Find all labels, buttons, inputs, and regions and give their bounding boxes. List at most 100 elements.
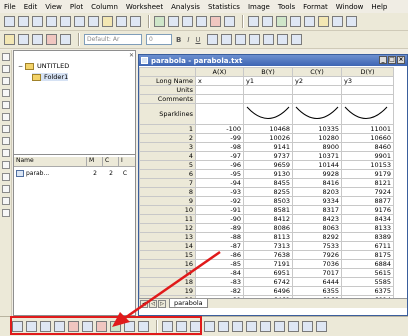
meta-cell[interactable] [195, 85, 244, 95]
new-layout-icon[interactable] [74, 16, 85, 27]
close-icon[interactable]: ✕ [129, 52, 134, 59]
meta-cell[interactable] [292, 85, 342, 95]
meta-cell[interactable]: y2 [292, 76, 342, 86]
collapse-icon[interactable]: − [18, 63, 23, 70]
data-cell[interactable]: 8423 [292, 214, 342, 224]
menu-item-worksheet[interactable]: Worksheet [126, 3, 163, 11]
data-cell[interactable]: 6951 [243, 268, 293, 278]
column-header-b[interactable]: B(Y) [243, 67, 293, 77]
worksheet-title-bar[interactable]: parabola - parabola.txt _ □ × [139, 55, 407, 66]
data-cell[interactable]: 10335 [292, 124, 342, 134]
menu-item-image[interactable]: Image [248, 3, 270, 11]
new-matrix-icon[interactable] [46, 16, 57, 27]
row-label[interactable]: Comments [139, 94, 196, 104]
row-number[interactable]: 8 [139, 187, 196, 197]
data-cell[interactable]: -94 [195, 178, 244, 188]
arrow-tool-icon[interactable] [2, 173, 10, 181]
meta-cell[interactable] [341, 85, 394, 95]
menu-item-plot[interactable]: Plot [70, 3, 83, 11]
close-button[interactable]: × [397, 56, 405, 64]
data-cell[interactable]: 6711 [341, 241, 394, 251]
italic-button[interactable]: I [187, 36, 189, 44]
increase-font-icon[interactable] [248, 34, 260, 45]
meta-cell[interactable]: x [195, 76, 244, 86]
data-cell[interactable]: -91 [195, 205, 244, 215]
data-cell[interactable]: 9659 [243, 160, 293, 170]
data-cell[interactable]: 8063 [292, 223, 342, 233]
row-number[interactable]: 13 [139, 232, 196, 242]
data-cell[interactable]: 8900 [292, 142, 342, 152]
data-cell[interactable]: 7924 [341, 187, 394, 197]
region-selector-icon[interactable] [2, 137, 10, 145]
row-label[interactable]: Long Name [139, 76, 196, 86]
color-icon[interactable] [318, 16, 329, 27]
data-cell[interactable]: 9737 [243, 151, 293, 161]
data-cell[interactable]: -89 [195, 223, 244, 233]
data-cell[interactable]: 9334 [292, 196, 342, 206]
project-explorer-icon[interactable] [290, 16, 301, 27]
column-header-a[interactable]: A(X) [195, 67, 244, 77]
refresh-icon[interactable] [210, 16, 221, 27]
pin-icon[interactable] [46, 34, 57, 45]
menu-item-view[interactable]: View [45, 3, 62, 11]
column-header-c[interactable]: C(Y) [292, 67, 342, 77]
minimize-button[interactable]: _ [379, 56, 387, 64]
data-reader-icon[interactable] [2, 101, 10, 109]
data-cell[interactable]: 7036 [292, 259, 342, 269]
meta-cell[interactable] [195, 94, 244, 104]
data-cell[interactable]: 5615 [341, 268, 394, 278]
line-tool-icon[interactable] [2, 197, 10, 205]
tree-root[interactable]: − UNTITLED [18, 62, 69, 70]
data-cell[interactable]: 6884 [341, 259, 394, 269]
data-cell[interactable]: 7017 [292, 268, 342, 278]
data-cell[interactable]: 8389 [341, 232, 394, 242]
data-cell[interactable]: -90 [195, 214, 244, 224]
menu-item-format[interactable]: Format [303, 3, 328, 11]
data-cell[interactable]: 6355 [292, 286, 342, 296]
zoom-icon[interactable] [32, 34, 43, 45]
row-number[interactable]: 5 [139, 160, 196, 170]
zoom-in-icon[interactable] [2, 65, 10, 73]
maximize-button[interactable]: □ [388, 56, 396, 64]
data-cell[interactable]: 8412 [243, 214, 293, 224]
data-cell[interactable]: 10468 [243, 124, 293, 134]
row-label[interactable]: Sparklines [139, 103, 196, 125]
data-cell[interactable]: 8317 [292, 205, 342, 215]
column-header[interactable]: M [87, 157, 103, 166]
code-builder-icon[interactable] [262, 16, 273, 27]
data-cell[interactable]: -92 [195, 196, 244, 206]
meta-cell[interactable]: y1 [243, 76, 293, 86]
data-cell[interactable]: 8581 [243, 205, 293, 215]
duplicate-icon[interactable] [196, 16, 207, 27]
sparkline-cell[interactable] [341, 103, 394, 125]
row-number[interactable]: 3 [139, 142, 196, 152]
data-cell[interactable]: 7926 [292, 250, 342, 260]
menu-item-edit[interactable]: Edit [24, 3, 38, 11]
menu-item-analysis[interactable]: Analysis [171, 3, 200, 11]
image-plot-icon[interactable] [232, 321, 243, 332]
histogram-icon[interactable] [316, 321, 327, 332]
bubble-plot-icon[interactable] [288, 321, 299, 332]
data-cell[interactable]: 8203 [292, 187, 342, 197]
column-header[interactable]: I [119, 157, 135, 166]
new-worksheet-icon[interactable] [18, 16, 29, 27]
more-icon[interactable] [346, 16, 357, 27]
menu-item-window[interactable]: Window [336, 3, 364, 11]
data-cell[interactable]: 8175 [341, 250, 394, 260]
print-icon[interactable] [224, 16, 235, 27]
menu-item-file[interactable]: File [4, 3, 16, 11]
data-cell[interactable]: -99 [195, 133, 244, 143]
row-number[interactable]: 10 [139, 205, 196, 215]
data-cell[interactable]: 7191 [243, 259, 293, 269]
vector-plot-icon[interactable] [274, 321, 285, 332]
data-cell[interactable]: 8877 [341, 196, 394, 206]
row-number[interactable]: 2 [139, 133, 196, 143]
rectangle-tool-icon[interactable] [2, 209, 10, 217]
row-label[interactable]: Units [139, 85, 196, 95]
row-number[interactable]: 4 [139, 151, 196, 161]
tree-folder[interactable]: Folder1 [32, 73, 69, 81]
data-cell[interactable]: 9928 [292, 169, 342, 179]
data-cell[interactable]: 8292 [292, 232, 342, 242]
data-cell[interactable]: 9901 [341, 151, 394, 161]
data-cell[interactable]: -95 [195, 169, 244, 179]
